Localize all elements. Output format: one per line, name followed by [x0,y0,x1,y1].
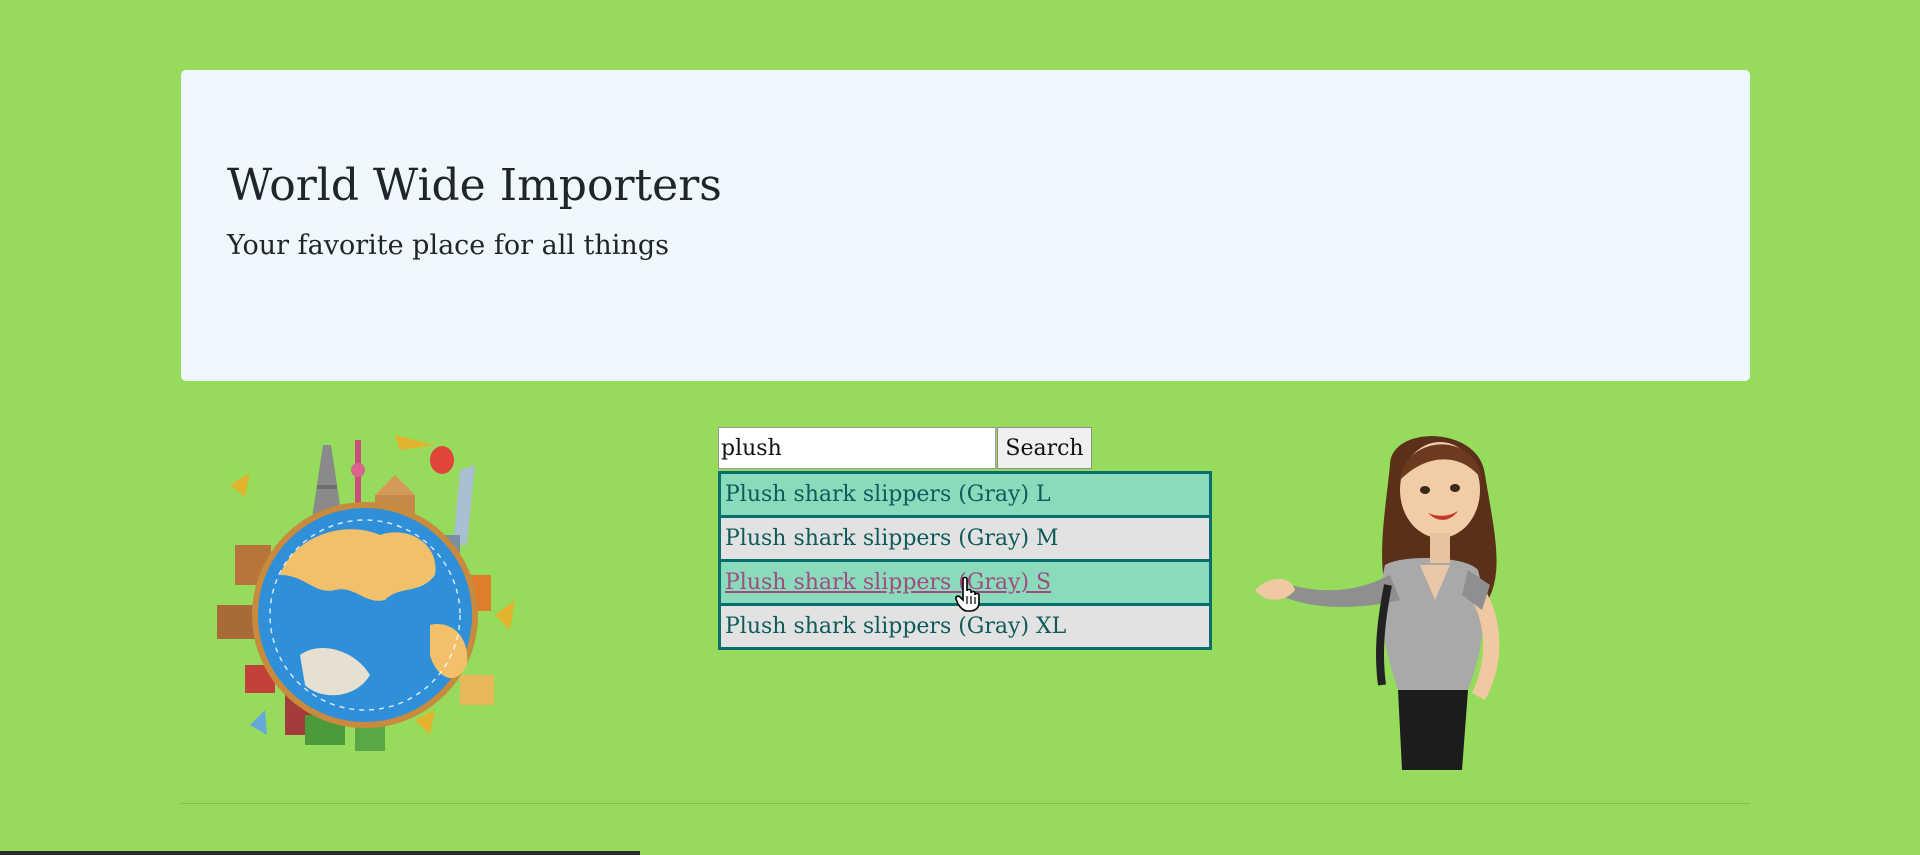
woman-presenting-illustration [1255,436,1500,770]
site-title: World Wide Importers [227,160,722,211]
site-tagline: Your favorite place for all things [227,230,669,261]
footer-divider [181,803,1750,804]
balloon-icon [430,446,454,474]
suggestion-item[interactable]: Plush shark slippers (Gray) M [718,518,1212,562]
search-input[interactable] [718,427,996,469]
globe-landmarks-illustration [217,435,515,751]
suggestion-item[interactable]: Plush shark slippers (Gray) L [718,471,1212,518]
search-suggestions-list: Plush shark slippers (Gray) L Plush shar… [718,471,1212,650]
bottom-strip [0,851,640,855]
hand-cursor-icon [955,576,980,612]
search-button[interactable]: Search [997,427,1092,469]
statue-icon [453,465,475,545]
header-banner: World Wide Importers Your favorite place… [181,70,1750,381]
suggestion-item[interactable]: Plush shark slippers (Gray) XL [718,606,1212,650]
